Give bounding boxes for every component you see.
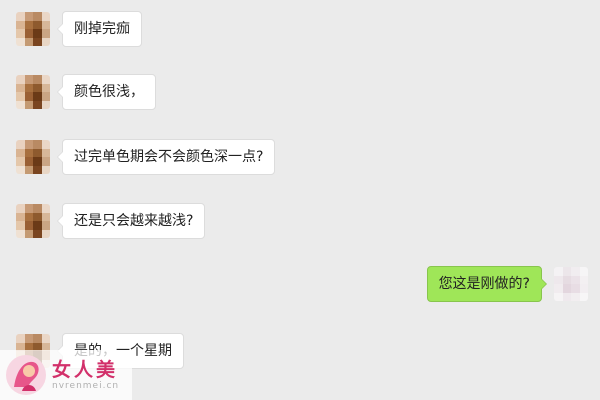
message-bubble-incoming[interactable]: 颜色很浅，: [57, 74, 156, 110]
message-row: 还是只会越来越浅?: [16, 203, 206, 239]
message-row: 刚掉完痂: [16, 11, 142, 47]
message-bubble-outgoing[interactable]: 您这是刚做的?: [426, 266, 548, 302]
message-bubble-incoming[interactable]: 还是只会越来越浅?: [56, 203, 206, 239]
contact-avatar[interactable]: [16, 75, 50, 109]
watermark-text: 女人美 nvrenmei.cn: [52, 359, 119, 392]
message-bubble-incoming[interactable]: 刚掉完痂: [57, 11, 142, 47]
lady-logo-icon: [6, 355, 46, 395]
contact-avatar[interactable]: [16, 204, 50, 238]
watermark-brand-cn: 女人美: [52, 358, 119, 381]
contact-avatar[interactable]: [16, 140, 50, 174]
message-row: 颜色很浅，: [16, 74, 156, 110]
contact-avatar[interactable]: [16, 12, 50, 46]
site-watermark: 女人美 nvrenmei.cn: [0, 350, 132, 400]
message-bubble-incoming[interactable]: 过完单色期会不会颜色深一点?: [56, 139, 276, 175]
message-row: 过完单色期会不会颜色深一点?: [16, 139, 276, 175]
watermark-domain: nvrenmei.cn: [52, 380, 120, 391]
chat-area[interactable]: 刚掉完痂 颜色很浅， 过完单色期会不会颜色深一点? 还是只会越来越浅? 您这是刚…: [0, 0, 600, 400]
message-row: 您这是刚做的?: [426, 266, 588, 302]
my-avatar[interactable]: [554, 267, 588, 301]
